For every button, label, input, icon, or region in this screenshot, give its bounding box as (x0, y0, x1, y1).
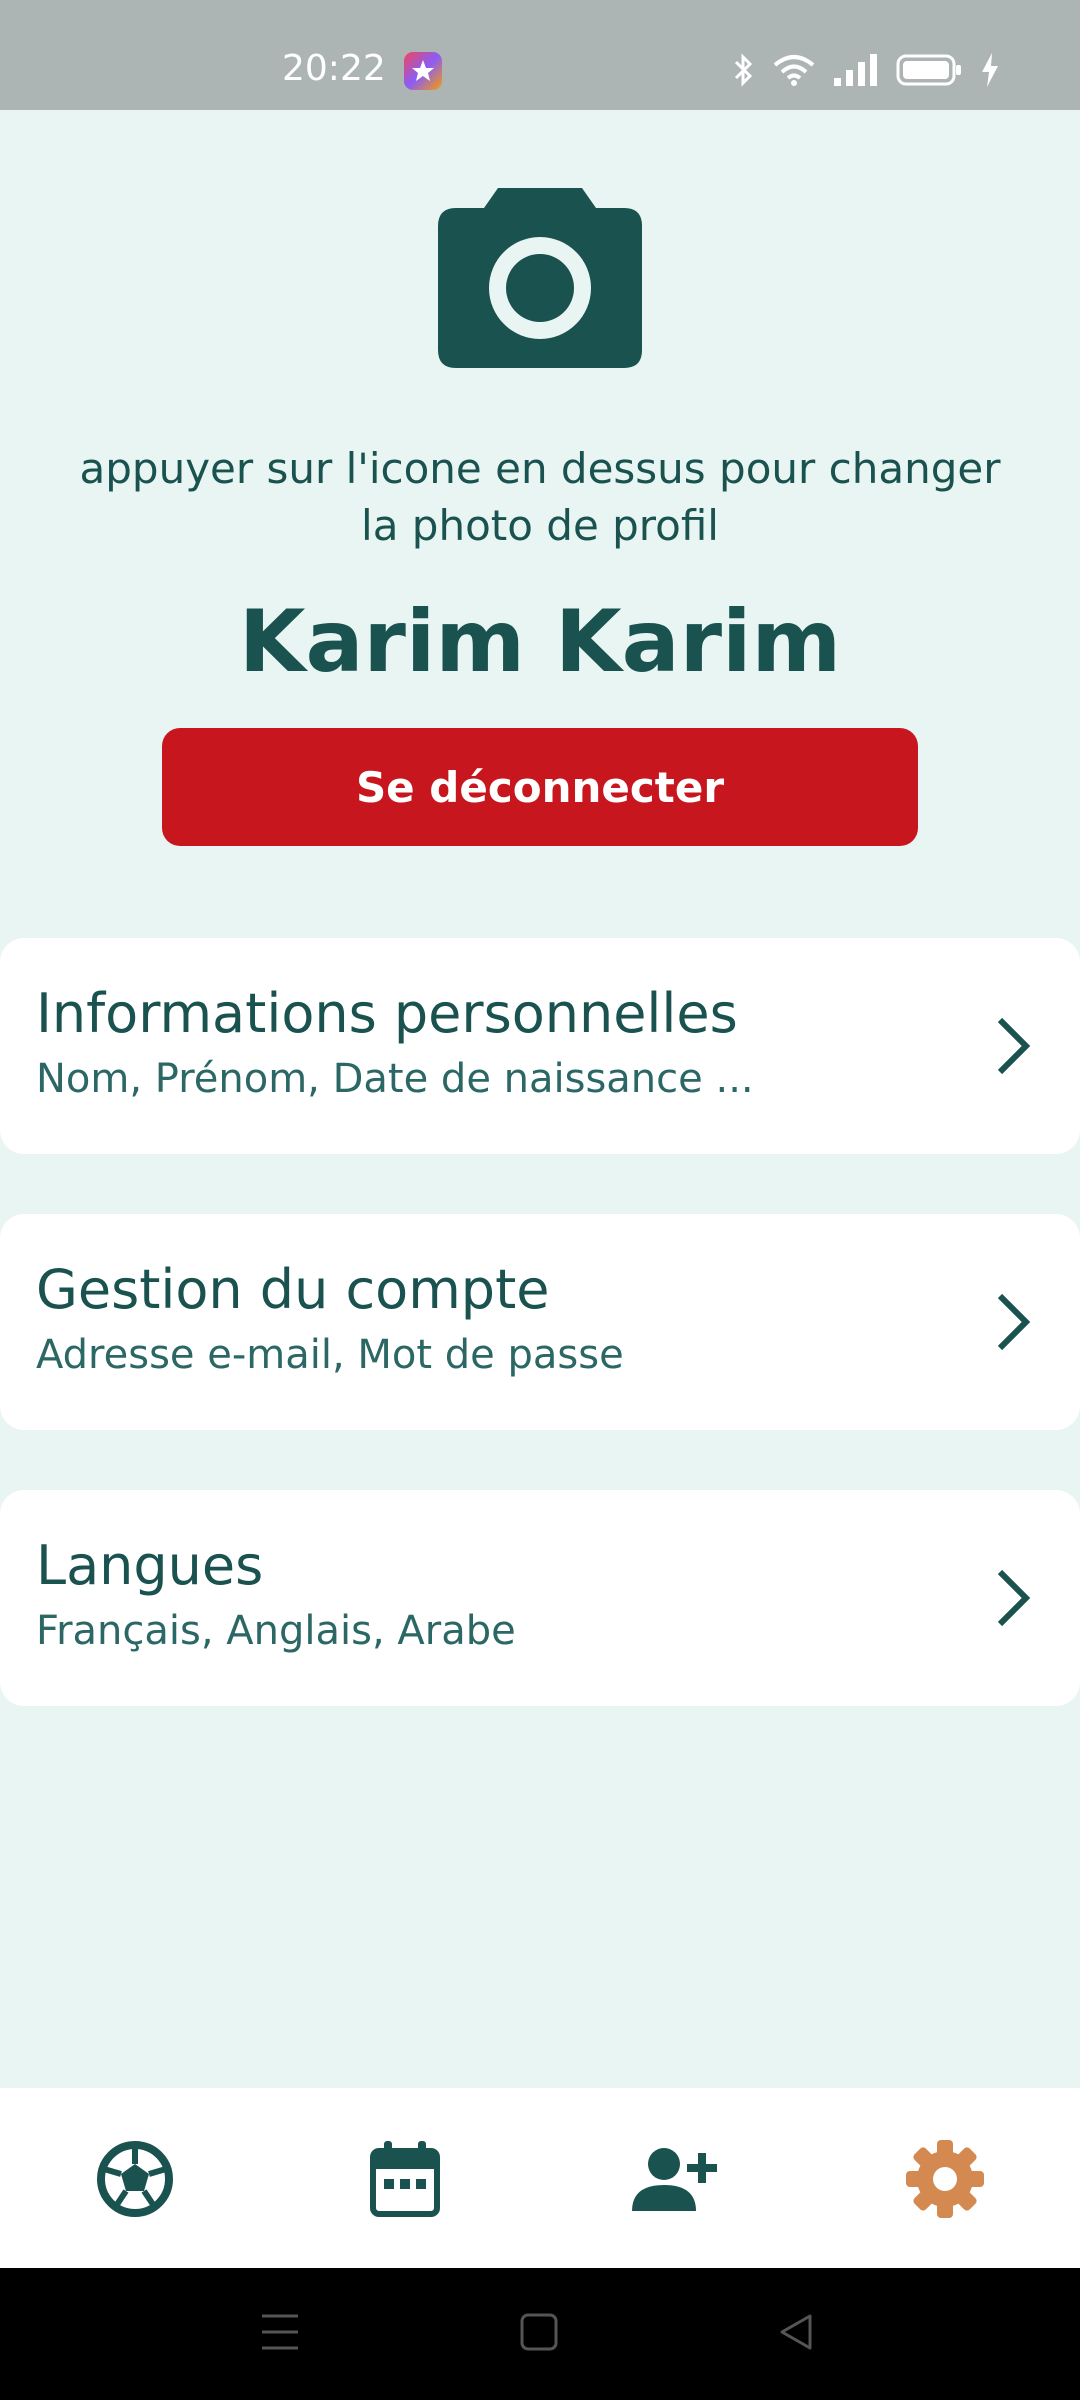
status-bar: 20:22 (0, 0, 1080, 110)
gear-icon (906, 2140, 984, 2218)
bottom-nav (0, 2088, 1080, 2268)
nav-calendar[interactable] (360, 2134, 450, 2224)
menu-icon[interactable] (262, 2312, 298, 2352)
system-nav-bar (0, 2268, 1080, 2400)
home-icon[interactable] (520, 2312, 558, 2352)
signal-icon (834, 54, 877, 86)
status-time: 20:22 (282, 48, 386, 89)
settings-item-title: Informations personnelles (36, 982, 738, 1045)
add-person-icon (632, 2148, 717, 2211)
settings-item-subtitle: Adresse e-mail, Mot de passe (36, 1332, 624, 1378)
back-icon[interactable] (778, 2312, 814, 2352)
nav-matches[interactable] (90, 2134, 180, 2224)
soccer-ball-icon (97, 2141, 173, 2217)
settings-item-personal-info[interactable]: Informations personnelles Nom, Prénom, D… (0, 938, 1080, 1154)
settings-item-languages[interactable]: Langues Français, Anglais, Arabe (0, 1490, 1080, 1706)
nav-settings[interactable] (900, 2134, 990, 2224)
user-name: Karim Karim (238, 592, 842, 692)
chevron-right-icon (997, 1017, 1031, 1075)
settings-item-title: Langues (36, 1534, 264, 1597)
photo-hint-text: appuyer sur l'icone en dessus pour chang… (79, 444, 1001, 550)
charging-icon (982, 53, 998, 87)
bluetooth-icon (734, 53, 753, 87)
profile-screen: appuyer sur l'icone en dessus pour chang… (0, 110, 1080, 2088)
nav-add-player[interactable] (630, 2134, 720, 2224)
calendar-icon (370, 2141, 440, 2217)
chevron-right-icon (997, 1293, 1031, 1351)
settings-item-account[interactable]: Gestion du compte Adresse e-mail, Mot de… (0, 1214, 1080, 1430)
camera-icon[interactable] (438, 188, 642, 368)
wifi-icon (773, 55, 815, 86)
logout-button[interactable]: Se déconnecter (162, 728, 918, 846)
battery-icon (896, 54, 961, 86)
status-icons (732, 52, 1000, 88)
settings-item-subtitle: Français, Anglais, Arabe (36, 1608, 516, 1654)
chevron-right-icon (997, 1569, 1031, 1627)
settings-item-title: Gestion du compte (36, 1258, 550, 1321)
app-notification-icon (404, 52, 442, 90)
settings-item-subtitle: Nom, Prénom, Date de naissance ... (36, 1056, 754, 1102)
